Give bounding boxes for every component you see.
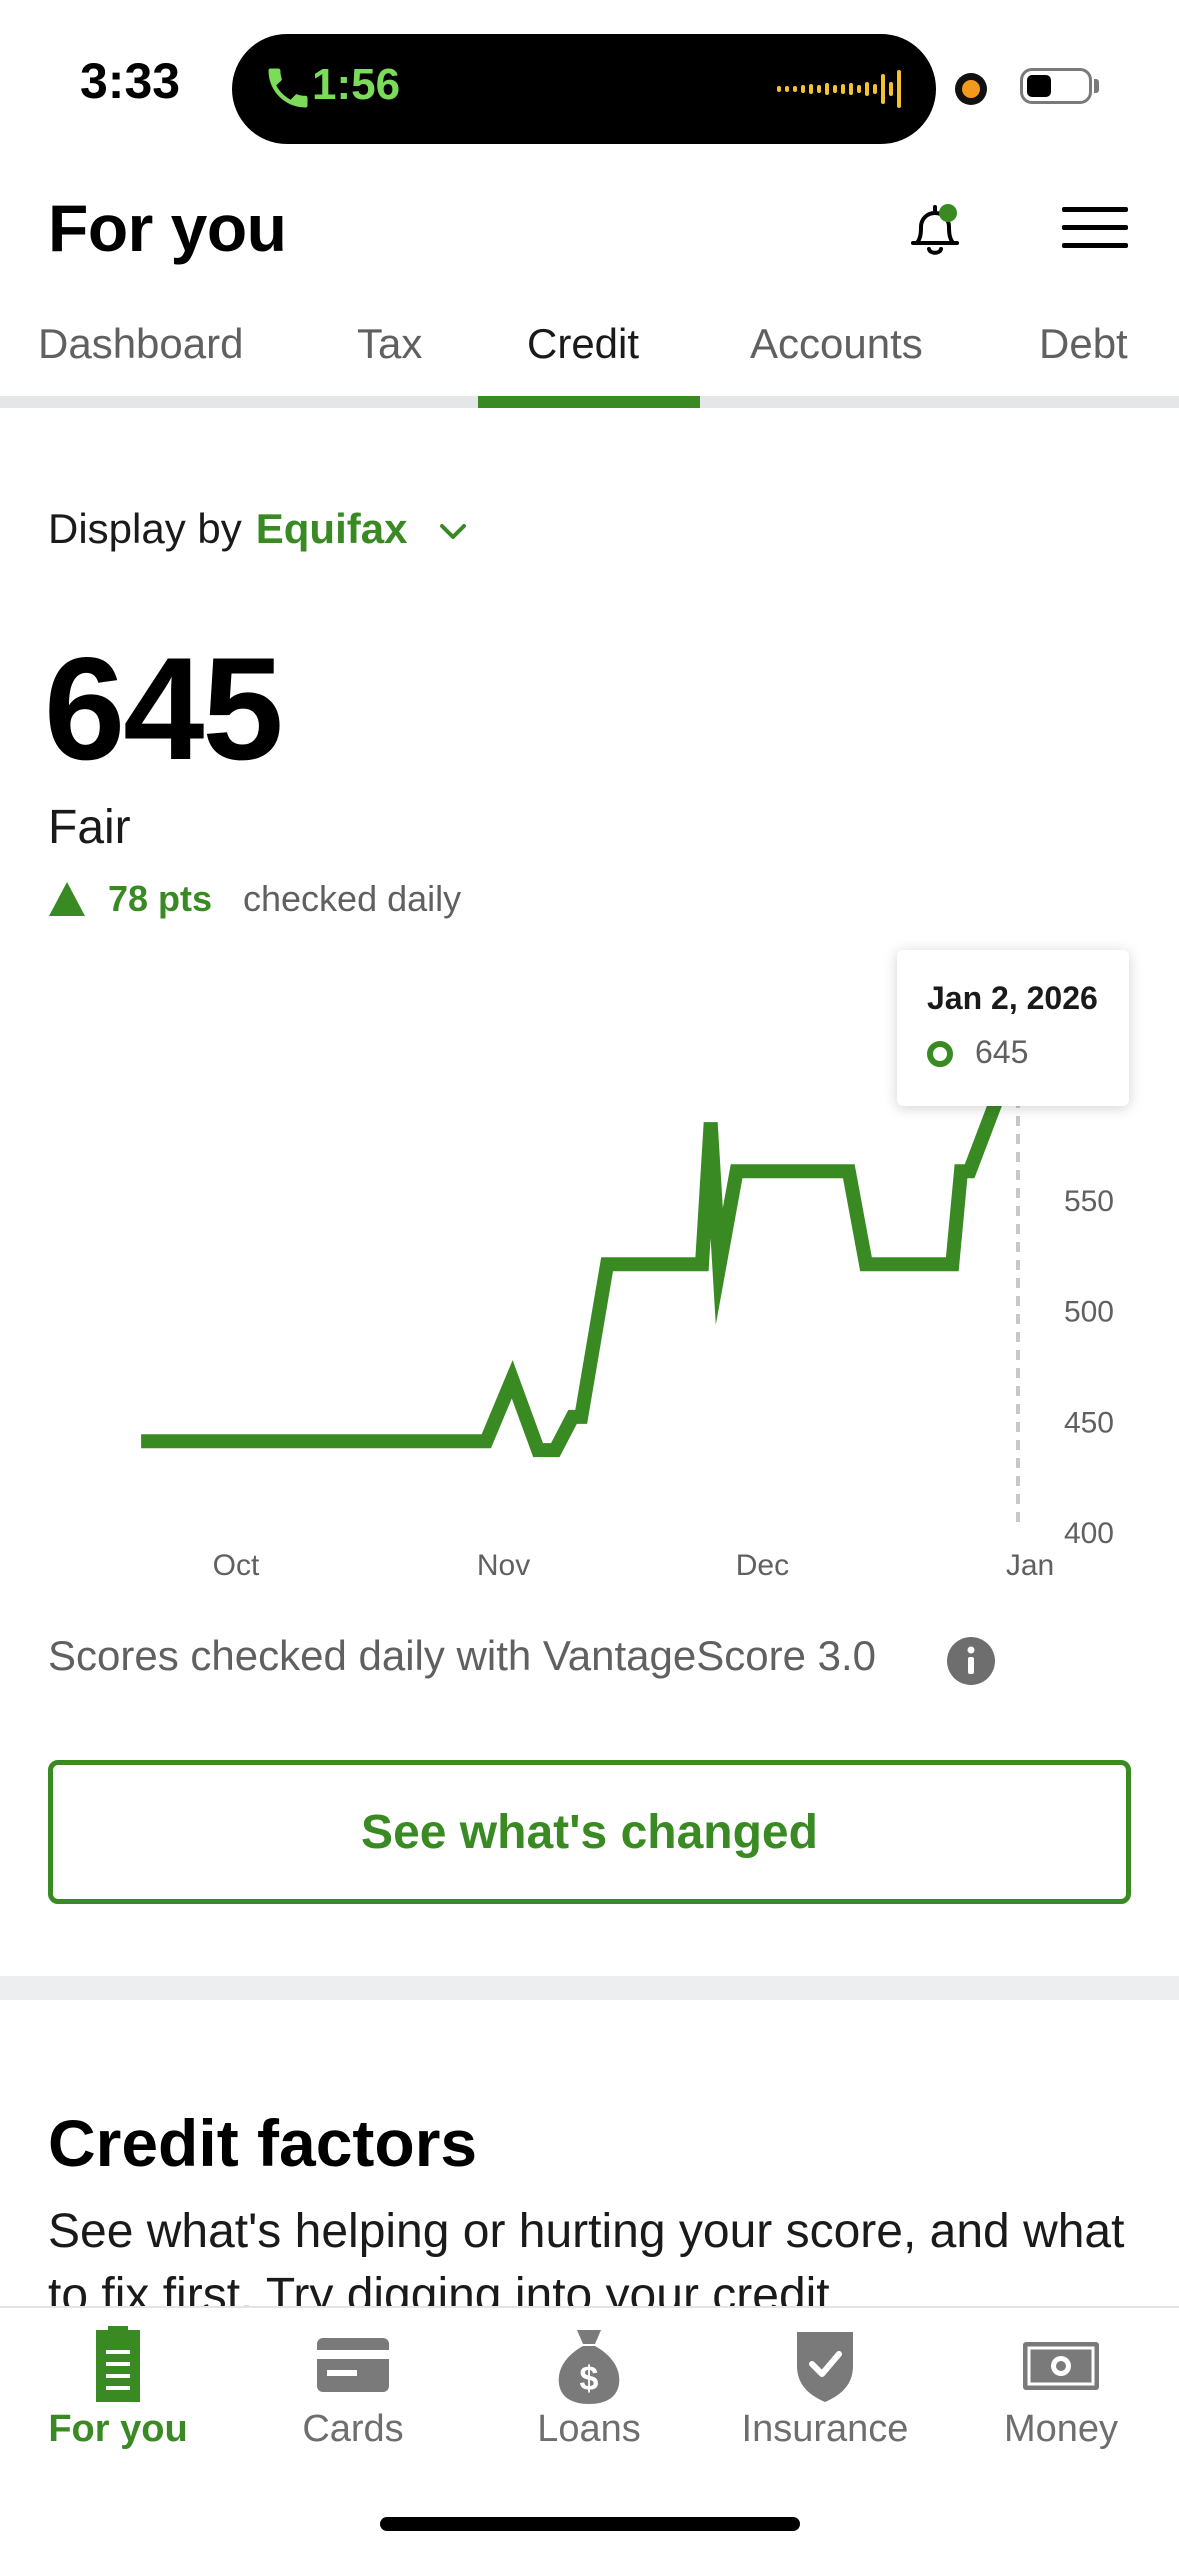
tab-dashboard[interactable]: Dashboard (38, 320, 243, 368)
battery-icon (1020, 68, 1092, 104)
see-whats-changed-label: See what's changed (361, 1806, 818, 1859)
money-bag-icon: $ (558, 2330, 620, 2404)
svg-text:$: $ (580, 2360, 599, 2398)
nav-label-loans: Loans (537, 2408, 641, 2450)
bureau-selector[interactable]: Display by Equifax (48, 505, 407, 553)
battery-tip (1094, 79, 1099, 93)
tooltip-date: Jan 2, 2026 (927, 980, 1098, 1016)
page-title: For you (48, 191, 287, 265)
nav-money[interactable]: Money (943, 2308, 1179, 2508)
tab-accounts[interactable]: Accounts (750, 320, 923, 368)
y-tick-label: 450 (1064, 1406, 1114, 1439)
x-tick-label: Dec (736, 1549, 789, 1582)
nav-label-cards: Cards (302, 2408, 404, 2450)
score-model-disclaimer: Scores checked daily with VantageScore 3… (48, 1632, 877, 1679)
score-rating: Fair (48, 801, 131, 854)
nav-cards[interactable]: Cards (235, 2308, 471, 2508)
call-duration: 1:56 (312, 60, 401, 109)
home-indicator (380, 2517, 800, 2531)
notification-bell-icon[interactable] (900, 195, 970, 265)
nav-loans[interactable]: $ Loans (471, 2308, 707, 2508)
info-icon[interactable] (947, 1637, 995, 1685)
chart-tooltip: Jan 2, 2026 645 (897, 950, 1129, 1106)
shield-icon (797, 2332, 853, 2402)
tab-tax[interactable]: Tax (357, 320, 422, 368)
section-divider (0, 1976, 1179, 2000)
score-change-note: checked daily (243, 878, 462, 919)
audio-waveform-icon (777, 70, 901, 108)
card-icon (317, 2338, 389, 2392)
privacy-indicator-icon (955, 73, 987, 105)
score-change-points: 78 pts (108, 878, 213, 919)
credit-score: 645 (44, 627, 284, 790)
y-tick-label: 550 (1064, 1185, 1114, 1218)
x-tick-label: Nov (477, 1549, 530, 1582)
tooltip-marker-icon (927, 1041, 953, 1067)
status-bar: 3:33 1:56 (0, 0, 1179, 160)
hamburger-menu-icon[interactable] (1060, 205, 1130, 251)
nav-label-insurance: Insurance (741, 2408, 909, 2450)
nav-label-money: Money (1003, 2408, 1119, 2450)
chevron-down-icon[interactable] (437, 516, 469, 548)
bureau-name[interactable]: Equifax (256, 505, 408, 552)
credit-factors-title: Credit factors (48, 2106, 478, 2180)
banknote-icon (1023, 2342, 1099, 2390)
nav-insurance[interactable]: Insurance (707, 2308, 943, 2508)
x-tick-label: Jan (1006, 1549, 1054, 1582)
dynamic-island[interactable]: 1:56 (232, 34, 936, 144)
see-whats-changed-button[interactable]: See what's changed (48, 1760, 1131, 1904)
y-tick-label: 500 (1064, 1296, 1114, 1329)
nav-for-you[interactable]: For you (0, 2308, 236, 2508)
active-tab-indicator (478, 396, 700, 408)
tab-bar: Dashboard Tax Credit Accounts Debt (0, 310, 1179, 410)
x-tick-label: Oct (213, 1549, 260, 1582)
display-by-label: Display by (48, 505, 242, 552)
tooltip-value: 645 (975, 1034, 1029, 1070)
tab-credit[interactable]: Credit (527, 320, 639, 368)
tab-debt[interactable]: Debt (1039, 320, 1128, 368)
y-tick-label: 400 (1064, 1517, 1114, 1550)
status-time: 3:33 (80, 53, 181, 109)
triangle-up-icon (49, 882, 85, 916)
nav-label-for-you: For you (48, 2408, 188, 2450)
document-icon (96, 2326, 140, 2402)
phone-icon (268, 68, 308, 108)
